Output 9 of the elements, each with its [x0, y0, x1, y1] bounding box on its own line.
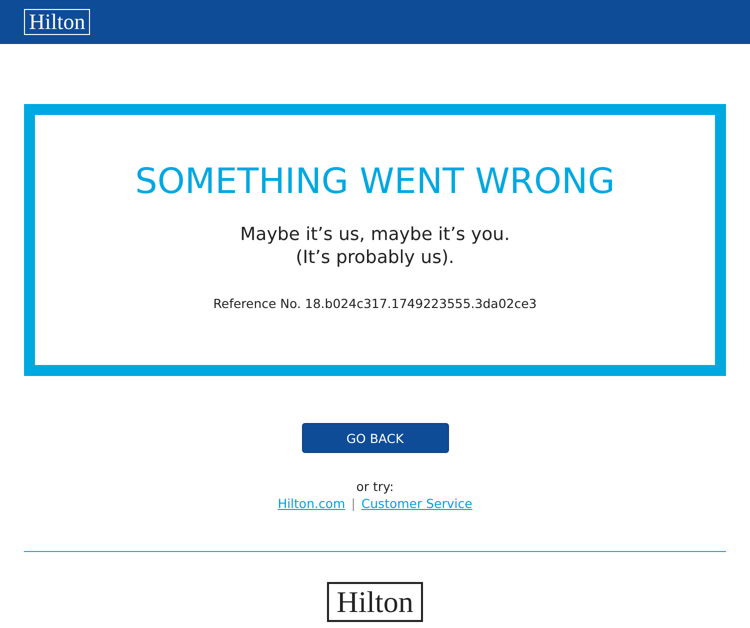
reference-number: Reference No. 18.b024c317.1749223555.3da02ce3 — [212, 296, 538, 311]
go-back-button[interactable]: GO BACK — [302, 423, 448, 453]
error-title: SOMETHING WENT WRONG — [134, 161, 616, 203]
separator: | — [351, 496, 356, 511]
error-message: (It’s probably us). — [294, 246, 456, 269]
alternatives-label: or try: — [355, 479, 395, 494]
error-message: Maybe it’s us, maybe it’s you. — [239, 223, 511, 246]
brand-logo[interactable]: Hilton — [24, 9, 90, 35]
brand-logo: Hilton — [326, 582, 424, 622]
